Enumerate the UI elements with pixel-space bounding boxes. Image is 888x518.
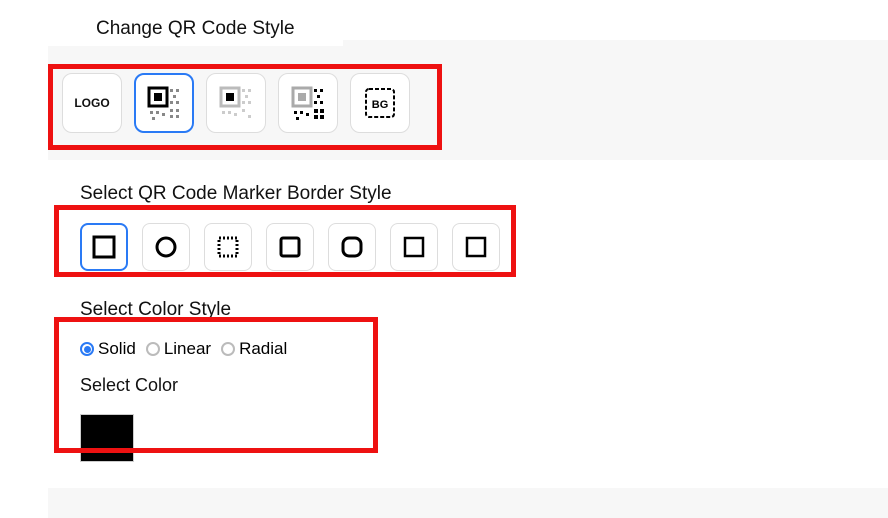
- style-opt-bg[interactable]: BG: [350, 73, 410, 133]
- thin-sq2-icon: [464, 235, 488, 259]
- style-opt-qr-solid[interactable]: [134, 73, 194, 133]
- bg-icon: BG: [360, 83, 400, 123]
- square-icon: [92, 235, 116, 259]
- dotted-square-icon: [216, 235, 240, 259]
- color-style-options: Solid Linear Radial: [80, 339, 888, 359]
- tab-label: Change QR Code Style: [96, 18, 295, 39]
- marker-opt-thin1[interactable]: [390, 223, 438, 271]
- style-opt-qr-light[interactable]: [206, 73, 266, 133]
- marker-opt-square[interactable]: [80, 223, 128, 271]
- color-style-title: Select Color Style: [80, 299, 888, 321]
- style-opt-label: LOGO: [74, 96, 109, 110]
- marker-opt-circle[interactable]: [142, 223, 190, 271]
- radio-dot-icon: [221, 342, 235, 356]
- radio-dot-icon: [146, 342, 160, 356]
- style-opt-logo[interactable]: LOGO: [62, 73, 122, 133]
- color-swatch[interactable]: [80, 414, 134, 462]
- qr-mixed-icon: [288, 83, 328, 123]
- radio-label: Radial: [239, 339, 287, 359]
- marker-border-options: [80, 223, 888, 271]
- style-opt-qr-mixed[interactable]: [278, 73, 338, 133]
- footer-band: [48, 488, 888, 518]
- marker-opt-rounded-sq[interactable]: [266, 223, 314, 271]
- radio-linear[interactable]: Linear: [146, 339, 211, 359]
- qr-solid-icon: [144, 83, 184, 123]
- marker-opt-thin2[interactable]: [452, 223, 500, 271]
- marker-opt-rounded-rect[interactable]: [328, 223, 376, 271]
- svg-text:BG: BG: [372, 99, 389, 111]
- radio-dot-icon: [80, 342, 94, 356]
- qr-light-icon: [216, 83, 256, 123]
- radio-label: Linear: [164, 339, 211, 359]
- circle-icon: [154, 235, 178, 259]
- tab-change-qr-style[interactable]: Change QR Code Style: [48, 18, 343, 46]
- radio-radial[interactable]: Radial: [221, 339, 287, 359]
- rounded-rect-icon: [340, 235, 364, 259]
- thin-sq1-icon: [402, 235, 426, 259]
- qr-style-options: LOGO: [62, 73, 410, 133]
- marker-opt-dotted[interactable]: [204, 223, 252, 271]
- radio-label: Solid: [98, 339, 136, 359]
- select-color-title: Select Color: [80, 375, 888, 396]
- marker-border-title: Select QR Code Marker Border Style: [80, 183, 888, 205]
- rounded-sq-icon: [278, 235, 302, 259]
- radio-solid[interactable]: Solid: [80, 339, 136, 359]
